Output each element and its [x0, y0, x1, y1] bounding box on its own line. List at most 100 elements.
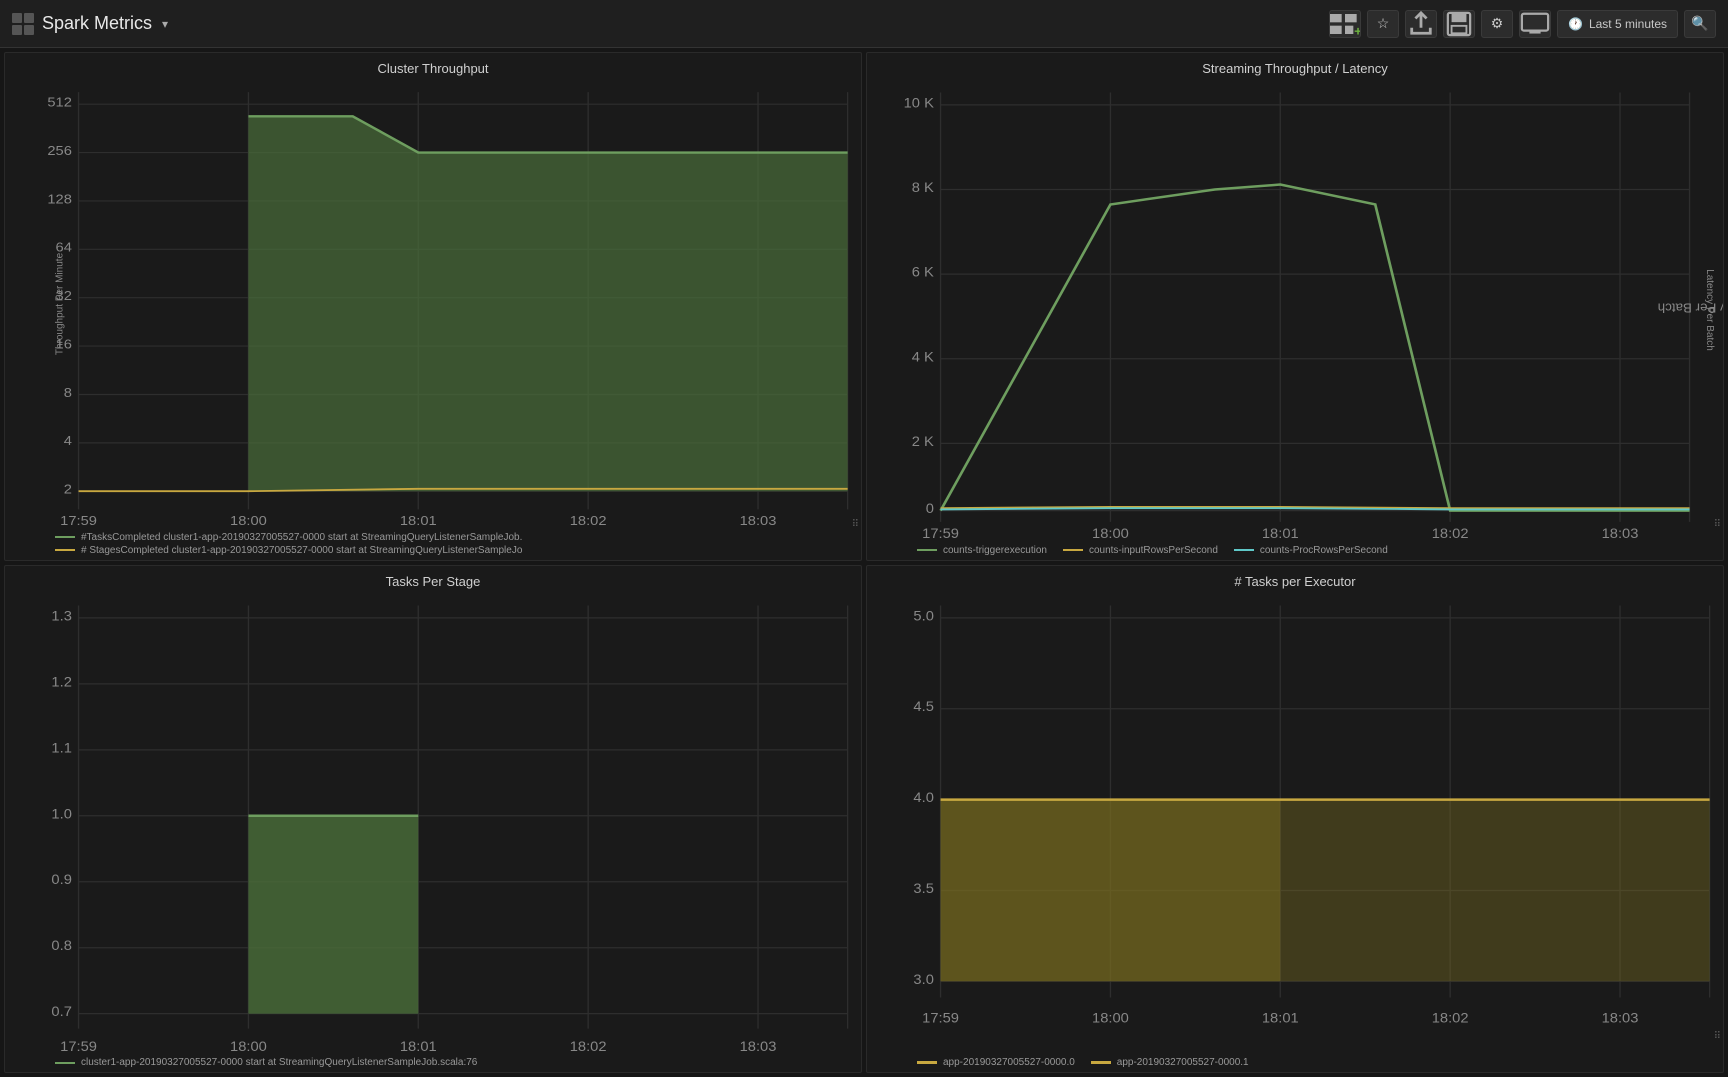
executor-resize-handle[interactable]: ⠿: [1714, 1031, 1721, 1042]
streaming-legend-0: counts-triggerexecution: [917, 545, 1047, 556]
cluster-throughput-panel: Cluster Throughput Throughput Per Minute…: [4, 52, 862, 561]
svg-text:18:01: 18:01: [1262, 1010, 1299, 1025]
legend-color-0: [55, 536, 75, 538]
svg-text:18:02: 18:02: [1432, 526, 1469, 540]
settings-button[interactable]: ⚙: [1481, 10, 1513, 38]
tasks-per-executor-title: # Tasks per Executor: [867, 566, 1723, 593]
legend-item-0: #TasksCompleted cluster1-app-20190327005…: [55, 532, 853, 543]
streaming-y-right-label: Latency Per Batch: [1704, 269, 1715, 351]
streaming-legend-2: counts-ProcRowsPerSecond: [1234, 545, 1388, 556]
svg-text:3.5: 3.5: [913, 881, 934, 896]
svg-text:18:00: 18:00: [1092, 526, 1129, 540]
svg-text:8 K: 8 K: [912, 180, 935, 195]
svg-text:18:02: 18:02: [1432, 1010, 1469, 1025]
svg-text:18:02: 18:02: [570, 513, 607, 528]
display-button[interactable]: [1519, 10, 1551, 38]
header-right: + ☆ ⚙ 🕐 Last 5 minutes: [1329, 10, 1716, 38]
svg-text:4.5: 4.5: [913, 699, 934, 714]
svg-text:2: 2: [64, 481, 72, 496]
tasks-per-executor-panel: # Tasks per Executor 5.0 4.5 4.0 3.5 3.0: [866, 565, 1724, 1074]
executor-legend-label-1: app-20190327005527-0000.1: [1117, 1057, 1249, 1068]
executor-legend-0: app-20190327005527-0000.0: [917, 1057, 1075, 1068]
streaming-legend-color-1: [1063, 549, 1083, 551]
svg-text:0.7: 0.7: [51, 1004, 72, 1019]
executor-legend-color-0: [917, 1061, 937, 1064]
executor-legend-label-0: app-20190327005527-0000.0: [943, 1057, 1075, 1068]
svg-text:4.0: 4.0: [913, 790, 934, 805]
svg-text:18:03: 18:03: [740, 1039, 777, 1053]
svg-text:18:00: 18:00: [230, 513, 267, 528]
title-dropdown-icon[interactable]: ▾: [162, 17, 168, 31]
svg-text:4 K: 4 K: [912, 350, 935, 365]
svg-text:18:00: 18:00: [1092, 1010, 1129, 1025]
svg-text:0: 0: [926, 502, 934, 517]
header: Spark Metrics ▾ + ☆ ⚙: [0, 0, 1728, 48]
add-panel-button[interactable]: +: [1329, 10, 1361, 38]
tasks-per-stage-title: Tasks Per Stage: [5, 566, 861, 593]
svg-text:5.0: 5.0: [913, 608, 934, 623]
tasks-per-stage-chart: 1.3 1.2 1.1 1.0 0.9 0.8 0.7: [5, 593, 861, 1054]
svg-text:18:01: 18:01: [400, 513, 437, 528]
streaming-throughput-title: Streaming Throughput / Latency: [867, 53, 1723, 80]
svg-text:18:01: 18:01: [400, 1039, 437, 1053]
svg-text:17:59: 17:59: [60, 513, 97, 528]
time-range-label: Last 5 minutes: [1589, 17, 1667, 31]
svg-text:512: 512: [47, 94, 72, 109]
tasks-stage-legend-color-0: [55, 1062, 75, 1064]
executor-legend-1: app-20190327005527-0000.1: [1091, 1057, 1249, 1068]
svg-text:0.8: 0.8: [51, 938, 72, 953]
resize-handle[interactable]: ⠿: [852, 519, 859, 530]
tasks-per-stage-svg: 1.3 1.2 1.1 1.0 0.9 0.8 0.7: [5, 593, 861, 1054]
streaming-throughput-chart: 10 K 8 K 6 K 4 K 2 K 0: [867, 80, 1723, 541]
tasks-stage-legend-0: cluster1-app-20190327005527-0000 start a…: [55, 1057, 853, 1068]
streaming-legend-1: counts-inputRowsPerSecond: [1063, 545, 1218, 556]
clock-icon: 🕐: [1568, 17, 1583, 31]
streaming-legend-color-0: [917, 549, 937, 551]
svg-text:18:02: 18:02: [570, 1039, 607, 1053]
svg-text:256: 256: [47, 143, 72, 158]
streaming-throughput-panel: Streaming Throughput / Latency 10 K 8 K …: [866, 52, 1724, 561]
svg-text:17:59: 17:59: [60, 1039, 97, 1053]
svg-text:1.3: 1.3: [51, 608, 72, 623]
tasks-per-stage-panel: Tasks Per Stage 1.3 1.2 1.1 1.0 0.9 0.8 …: [4, 565, 862, 1074]
svg-text:+: +: [1354, 23, 1360, 36]
legend-item-1: # StagesCompleted cluster1-app-201903270…: [55, 545, 853, 556]
svg-text:10 K: 10 K: [904, 96, 935, 111]
svg-text:6 K: 6 K: [912, 265, 935, 280]
svg-text:128: 128: [47, 191, 72, 206]
svg-text:18:01: 18:01: [1262, 526, 1299, 540]
search-button[interactable]: 🔍: [1684, 10, 1716, 38]
tasks-stage-legend-label-0: cluster1-app-20190327005527-0000 start a…: [81, 1057, 477, 1068]
svg-text:0.9: 0.9: [51, 872, 72, 887]
streaming-throughput-svg: 10 K 8 K 6 K 4 K 2 K 0: [867, 80, 1723, 541]
cluster-throughput-y-label: Throughput Per Minute: [55, 253, 66, 355]
app-logo: [12, 13, 34, 35]
legend-color-1: [55, 549, 75, 551]
dashboard: Cluster Throughput Throughput Per Minute…: [0, 48, 1728, 1077]
svg-text:17:59: 17:59: [922, 1010, 959, 1025]
svg-text:8: 8: [64, 385, 72, 400]
streaming-legend-color-2: [1234, 549, 1254, 551]
svg-text:18:03: 18:03: [1602, 1010, 1639, 1025]
svg-text:18:03: 18:03: [1602, 526, 1639, 540]
star-button[interactable]: ☆: [1367, 10, 1399, 38]
svg-text:4: 4: [64, 433, 72, 448]
app-title: Spark Metrics: [42, 13, 152, 34]
svg-text:1.2: 1.2: [51, 674, 72, 689]
svg-text:17:59: 17:59: [922, 526, 959, 540]
svg-text:1.0: 1.0: [51, 806, 72, 821]
save-button[interactable]: [1443, 10, 1475, 38]
cluster-throughput-title: Cluster Throughput: [5, 53, 861, 80]
cluster-throughput-svg: 512 256 128 64 32 16 8 4 2: [5, 80, 861, 528]
tasks-per-executor-svg: 5.0 4.5 4.0 3.5 3.0 17:59: [867, 593, 1723, 1054]
time-range-button[interactable]: 🕐 Last 5 minutes: [1557, 10, 1678, 38]
legend-label-1: # StagesCompleted cluster1-app-201903270…: [81, 545, 522, 556]
cluster-throughput-legend: #TasksCompleted cluster1-app-20190327005…: [5, 528, 861, 560]
svg-text:1.1: 1.1: [51, 740, 72, 755]
header-left: Spark Metrics ▾: [12, 13, 168, 35]
streaming-legend-label-2: counts-ProcRowsPerSecond: [1260, 545, 1388, 556]
cluster-throughput-chart: Throughput Per Minute 512 256 128 64 32 …: [5, 80, 861, 528]
streaming-resize-handle[interactable]: ⠿: [1714, 519, 1721, 530]
svg-text:2 K: 2 K: [912, 434, 935, 449]
share-button[interactable]: [1405, 10, 1437, 38]
